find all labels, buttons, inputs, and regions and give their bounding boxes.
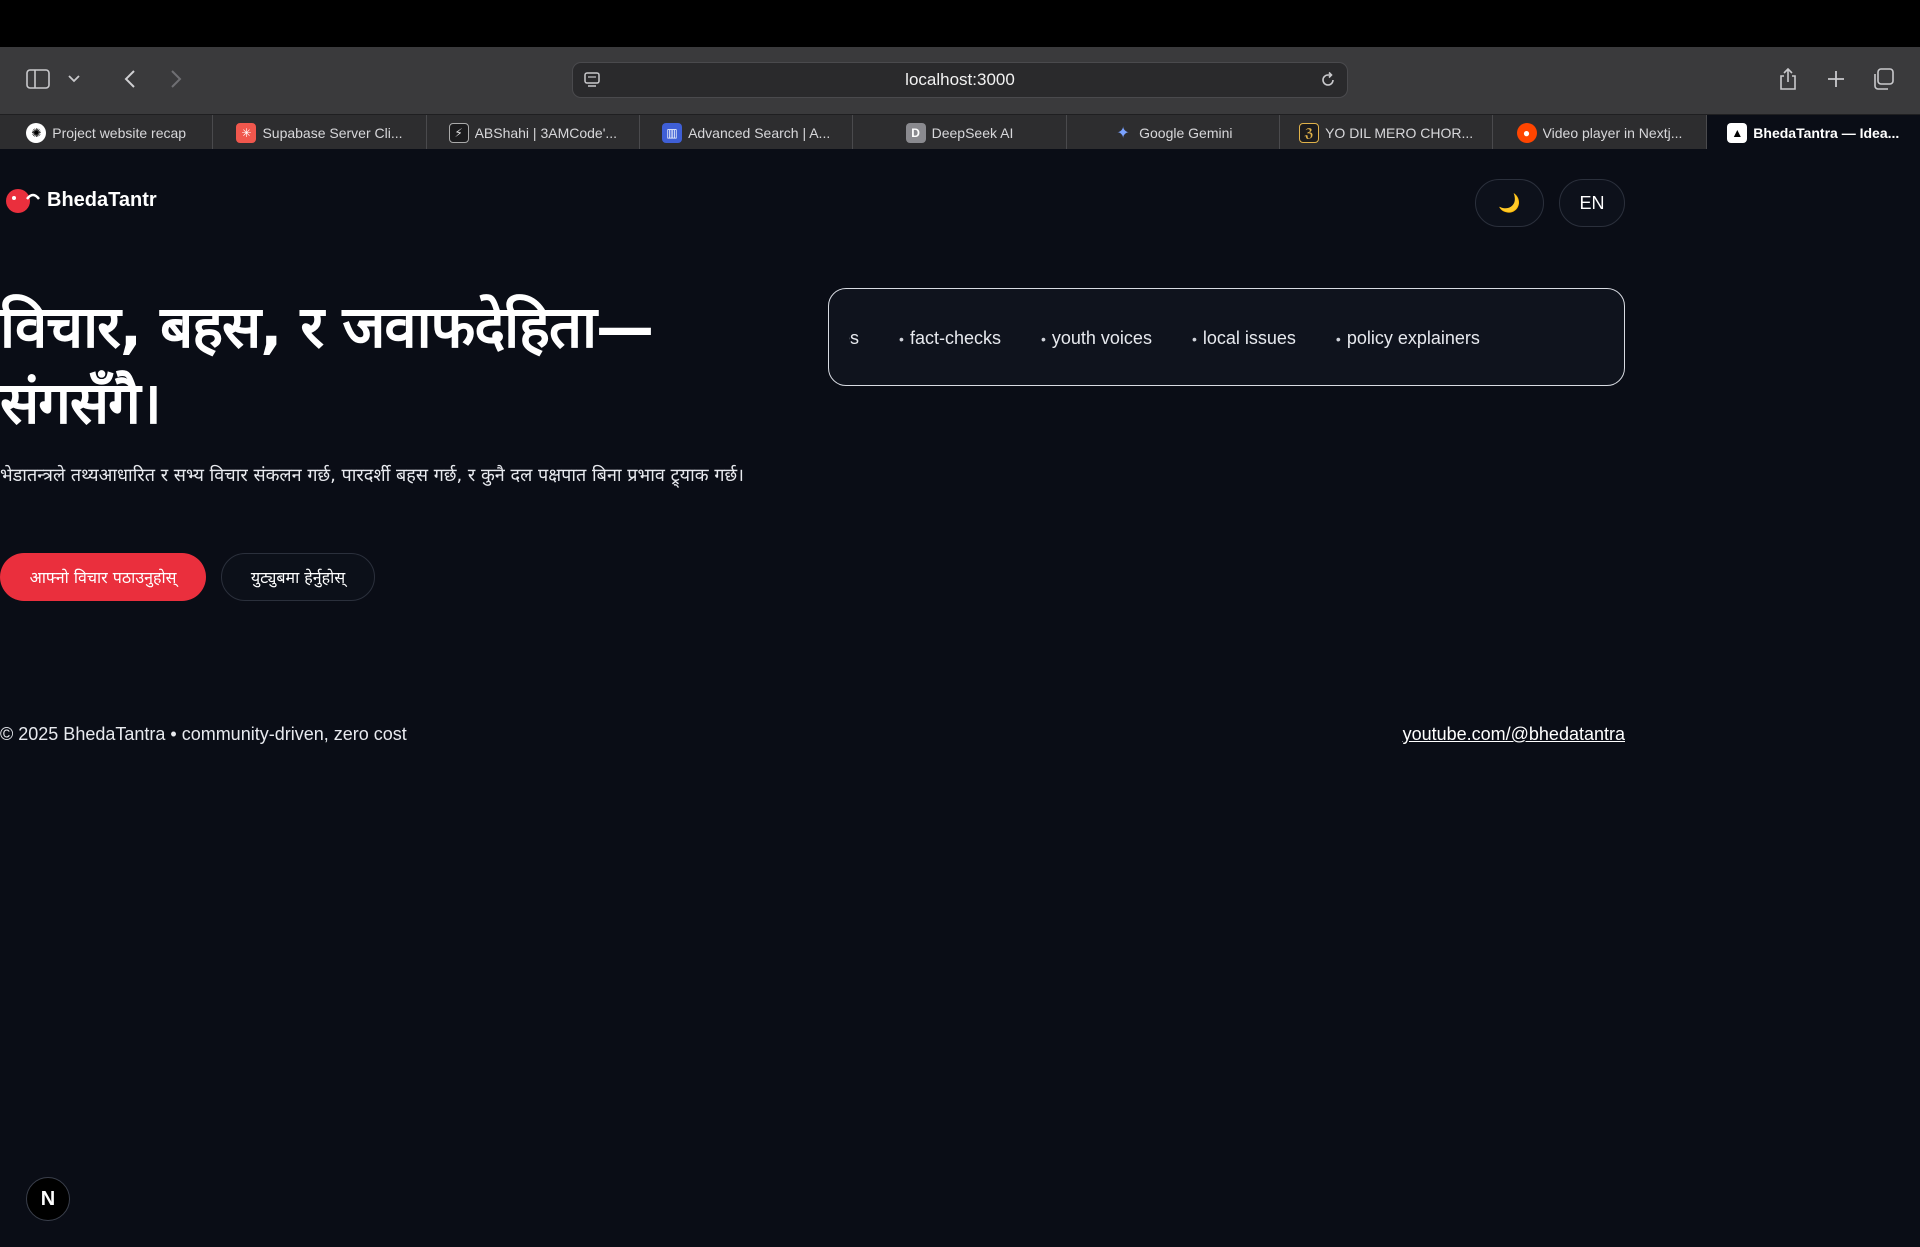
- submit-idea-button[interactable]: आफ्नो विचार पठाउनुहोस्: [0, 553, 206, 601]
- back-icon[interactable]: [118, 67, 142, 91]
- brand-logo[interactable]: BhedaTantr: [3, 187, 157, 213]
- language-label: EN: [1579, 192, 1605, 213]
- tab-bhedatantra[interactable]: ▲ BhedaTantra — Idea...: [1706, 115, 1920, 150]
- address-bar[interactable]: localhost:3000: [572, 62, 1348, 98]
- hero-headline: विचार, बहस, र जवाफदेहिता— संगसँगै।: [0, 289, 760, 441]
- ticker-item: • local issues: [1191, 327, 1296, 348]
- footer-copyright: © 2025 BhedaTantra • community-driven, z…: [0, 724, 407, 744]
- chevron-down-icon[interactable]: [64, 69, 84, 89]
- hero-headline-line2: संगसँगै।: [0, 369, 162, 437]
- tab-supabase[interactable]: ✳ Supabase Server Cli...: [213, 115, 427, 150]
- tab-advanced-search[interactable]: ▥ Advanced Search | A...: [640, 115, 854, 150]
- hero-subtext: भेडातन्त्रले तथ्यआधारित र सभ्य विचार संक…: [0, 465, 744, 486]
- hero-headline-line1: विचार, बहस, र जवाफदेहिता—: [0, 293, 654, 361]
- tab-gemini[interactable]: ✦ Google Gemini: [1067, 115, 1280, 150]
- ticker-item: • fact-checks: [899, 327, 1001, 348]
- tab-yo-dil[interactable]: ℨ YO DIL MERO CHOR...: [1280, 115, 1494, 150]
- vercel-icon: ▲: [1727, 122, 1748, 143]
- moon-icon: 🌙: [1498, 192, 1521, 213]
- tab-deepseek[interactable]: D DeepSeek AI: [853, 115, 1067, 150]
- nextjs-icon: N: [40, 1187, 56, 1210]
- deepseek-icon: D: [905, 122, 926, 143]
- supabase-icon: ✳: [236, 122, 257, 143]
- reload-icon[interactable]: [1319, 71, 1337, 94]
- language-button[interactable]: EN: [1559, 179, 1625, 227]
- new-tab-icon[interactable]: [1824, 67, 1848, 91]
- sidebar-toggle-icon[interactable]: [24, 67, 52, 91]
- ticker-item: • youth voices: [1040, 327, 1152, 348]
- browser-toolbar: localhost:3000: [0, 47, 1920, 114]
- ticker-item: pates: [849, 327, 860, 348]
- ticker-item: • policy explainers: [1335, 327, 1480, 348]
- site-settings-icon[interactable]: [583, 71, 601, 94]
- openai-icon: ✺: [26, 122, 47, 143]
- gemini-icon: ✦: [1116, 124, 1130, 142]
- search-chart-icon: ▥: [662, 122, 683, 143]
- theme-toggle-button[interactable]: 🌙: [1475, 179, 1544, 227]
- page-content: BhedaTantr 🌙 EN विचार, बहस, र जवाफदेहिता…: [0, 149, 1920, 1247]
- url-text: localhost:3000: [905, 70, 1015, 89]
- brand-name: BhedaTantr: [47, 188, 157, 211]
- bolt-icon: ⚡: [448, 122, 469, 143]
- watch-youtube-button[interactable]: युट्युबमा हेर्नुहोस्: [221, 553, 375, 601]
- tab-abshahi[interactable]: ⚡ ABShahi | 3AMCode'...: [427, 115, 640, 150]
- tab-project-website-recap[interactable]: ✺ Project website recap: [0, 115, 214, 150]
- forward-icon[interactable]: [164, 67, 188, 91]
- music-icon: ℨ: [1299, 122, 1320, 143]
- ticker-track: pates •fact-checks •youth voices •local …: [849, 289, 1520, 385]
- tab-video-player[interactable]: ● Video player in Nextj...: [1493, 115, 1707, 150]
- nextjs-dev-badge[interactable]: N: [26, 1177, 70, 1221]
- system-top-bar: [0, 0, 1920, 47]
- share-icon[interactable]: [1776, 65, 1800, 93]
- sheep-logo-icon: [6, 189, 40, 213]
- reddit-icon: ●: [1516, 122, 1537, 143]
- tab-bar: ✺ Project website recap ✳ Supabase Serve…: [0, 114, 1920, 150]
- tab-overview-icon[interactable]: [1870, 67, 1896, 91]
- footer-youtube-link[interactable]: youtube.com/@bhedatantra: [1403, 724, 1625, 745]
- topics-ticker: pates •fact-checks •youth voices •local …: [828, 288, 1625, 386]
